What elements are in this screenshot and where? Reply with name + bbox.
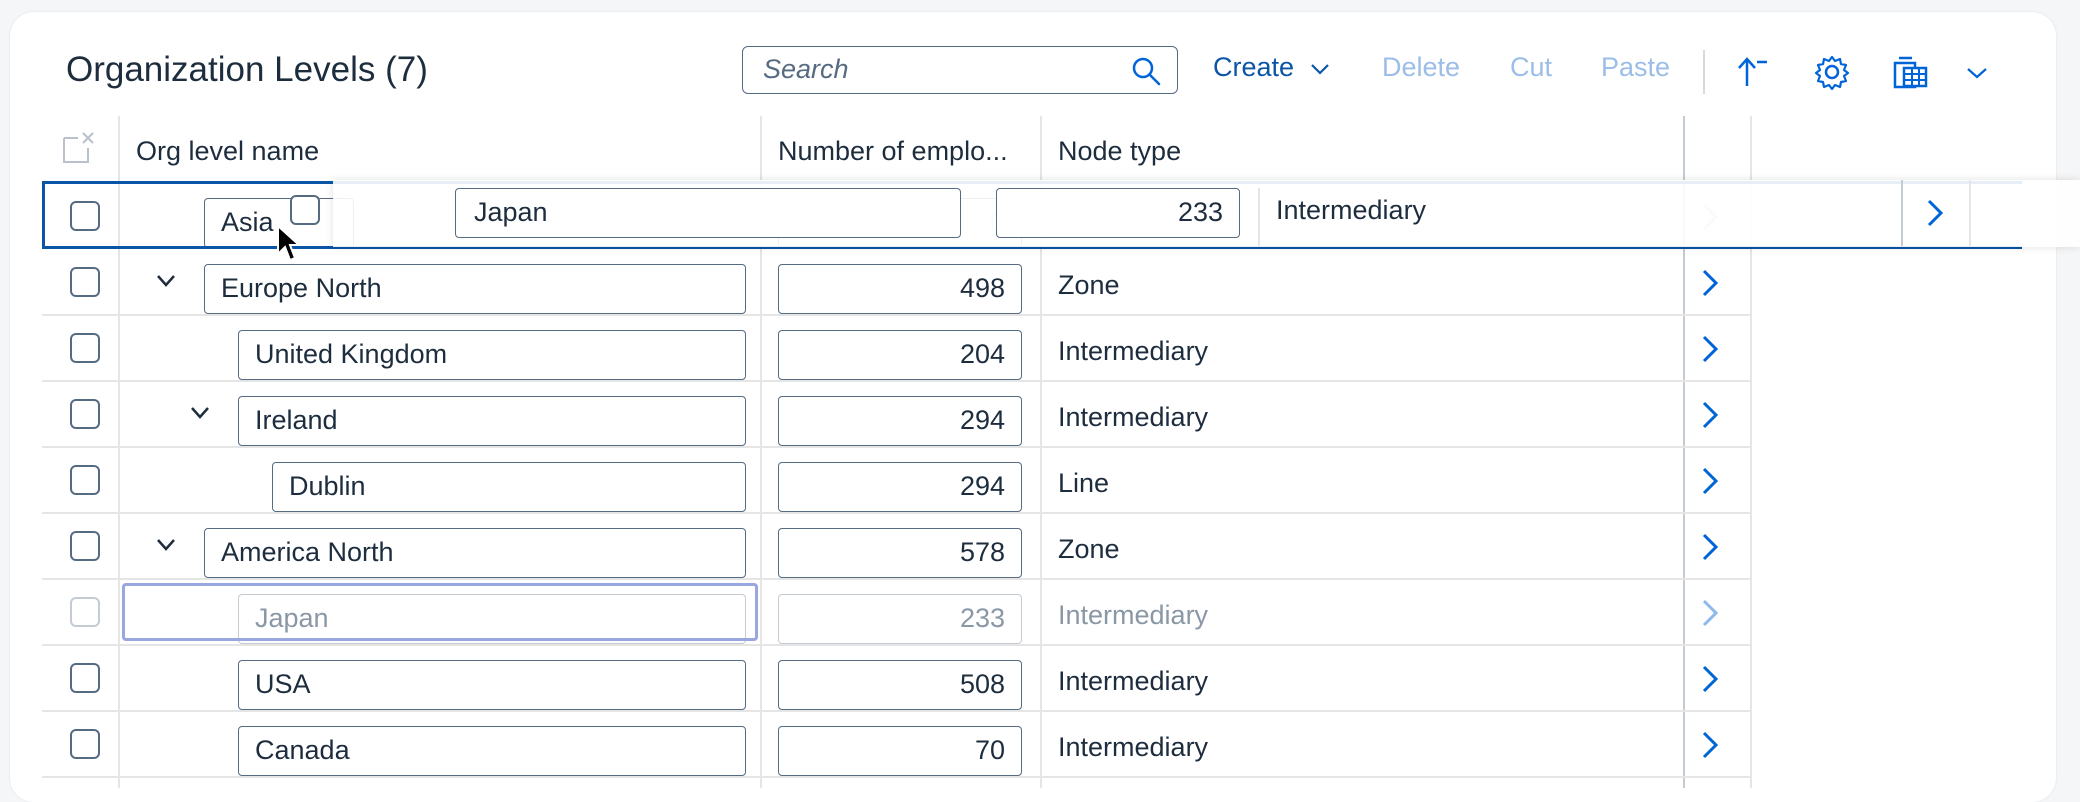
row-checkbox[interactable] — [70, 663, 100, 693]
drag-preview-divider — [1901, 180, 1903, 246]
chevron-right-icon[interactable] — [1698, 598, 1722, 628]
cut-button[interactable]: Cut — [1510, 52, 1552, 83]
chevron-right-icon[interactable] — [1698, 466, 1722, 496]
export-spreadsheet-icon[interactable] — [1892, 54, 1928, 90]
row-checkbox[interactable] — [70, 531, 100, 561]
sort-ascending-icon[interactable] — [1734, 54, 1770, 90]
drag-preview-checkbox — [290, 195, 320, 225]
name-input[interactable]: United Kingdom — [238, 330, 746, 380]
collapse-chevron-icon[interactable] — [154, 535, 178, 555]
node-type-text: Zone — [1058, 270, 1120, 300]
employees-input[interactable]: 294 — [778, 396, 1022, 446]
row-checkbox[interactable] — [70, 465, 100, 495]
row-checkbox[interactable] — [70, 597, 100, 627]
employees-input[interactable]: 578 — [778, 528, 1022, 578]
drag-preview-node-type: Intermediary — [1276, 195, 1427, 225]
chevron-right-icon[interactable] — [1698, 730, 1722, 760]
chevron-right-icon[interactable] — [1698, 400, 1722, 430]
employees-input[interactable]: 233 — [778, 594, 1022, 644]
employees-input[interactable]: 498 — [778, 264, 1022, 314]
search-icon[interactable] — [1131, 56, 1161, 86]
table-row[interactable]: America North 578 Zone — [42, 512, 1752, 578]
search-input[interactable] — [763, 47, 1123, 91]
node-type-text: Line — [1058, 468, 1110, 498]
employees-input[interactable]: 508 — [778, 660, 1022, 710]
gear-icon[interactable] — [1814, 54, 1850, 90]
chevron-right-icon[interactable] — [1698, 664, 1722, 694]
employees-input[interactable]: 70 — [778, 726, 1022, 776]
collapse-chevron-icon[interactable] — [154, 271, 178, 291]
export-chevron-down-icon[interactable] — [1962, 54, 1992, 90]
create-label: Create — [1213, 52, 1295, 82]
node-type-text: Zone — [1058, 534, 1120, 564]
column-header-name[interactable]: Org level name — [136, 136, 319, 167]
employees-input[interactable]: 204 — [778, 330, 1022, 380]
drag-preview-row: Japan 233 Intermediary — [290, 180, 2080, 247]
chevron-down-icon — [1310, 64, 1329, 75]
collapse-chevron-icon[interactable] — [188, 403, 212, 423]
table-row[interactable]: Europe North 498 Zone — [42, 248, 1752, 314]
node-type-text: Intermediary — [1058, 402, 1209, 432]
row-checkbox[interactable] — [70, 333, 100, 363]
search-field[interactable] — [742, 46, 1178, 94]
name-input[interactable]: USA — [238, 660, 746, 710]
drag-preview-divider — [1969, 180, 1971, 246]
create-button[interactable]: Create — [1213, 52, 1330, 83]
row-checkbox[interactable] — [70, 399, 100, 429]
table-row[interactable]: United Kingdom 204 Intermediary — [42, 314, 1752, 380]
row-checkbox[interactable] — [70, 267, 100, 297]
drag-preview-chevron-right-icon — [1927, 199, 1944, 227]
table-row[interactable]: USA 508 Intermediary — [42, 644, 1752, 710]
drag-preview-employees: 233 — [996, 188, 1240, 238]
name-input[interactable]: Europe North — [204, 264, 746, 314]
drag-preview-name: Japan — [455, 188, 961, 238]
table-row[interactable]: Dublin 294 Line — [42, 446, 1752, 512]
name-input[interactable]: Canada — [238, 726, 746, 776]
node-type-text: Intermediary — [1058, 666, 1209, 696]
drag-preview-divider — [1258, 188, 1260, 246]
table-row[interactable]: Canada 70 Intermediary — [42, 710, 1752, 776]
name-input[interactable]: Dublin — [272, 462, 746, 512]
chevron-right-icon[interactable] — [1698, 268, 1722, 298]
dragged-cell-outline — [122, 583, 758, 641]
chevron-right-icon[interactable] — [1698, 334, 1722, 364]
page-title: Organization Levels (7) — [66, 50, 428, 89]
node-type-text: Intermediary — [1058, 732, 1209, 762]
deselect-all-icon[interactable] — [62, 130, 96, 164]
column-header-employees[interactable]: Number of emplo... — [778, 136, 1008, 167]
name-input[interactable]: America North — [204, 528, 746, 578]
node-type-text: Intermediary — [1058, 600, 1209, 630]
row-checkbox[interactable] — [70, 729, 100, 759]
table-row[interactable]: Ireland 294 Intermediary — [42, 380, 1752, 446]
toolbar-separator — [1703, 50, 1705, 94]
node-type-text: Intermediary — [1058, 336, 1209, 366]
name-input[interactable]: Ireland — [238, 396, 746, 446]
paste-button[interactable]: Paste — [1601, 52, 1670, 83]
delete-button[interactable]: Delete — [1382, 52, 1460, 83]
column-header-node-type[interactable]: Node type — [1058, 136, 1181, 167]
row-divider — [42, 776, 1750, 778]
chevron-right-icon[interactable] — [1698, 532, 1722, 562]
employees-input[interactable]: 294 — [778, 462, 1022, 512]
